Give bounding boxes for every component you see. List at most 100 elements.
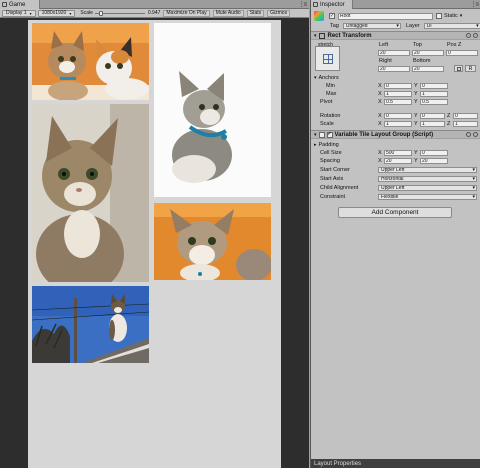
anchor-min-x-field[interactable]: 0 <box>384 82 412 89</box>
rect-transform-title: Rect Transform <box>327 32 372 39</box>
stats-button[interactable]: Stats <box>246 9 265 17</box>
start-corner-dropdown[interactable]: Upper Left <box>378 166 477 173</box>
right-label: Right <box>379 57 392 64</box>
add-component-button[interactable]: Add Component <box>338 207 452 218</box>
spacing-x-label: X <box>378 157 382 164</box>
start-axis-label: Start Axis <box>320 175 344 182</box>
start-axis-row: Start Axis Horizontal <box>311 175 480 182</box>
cell-x-label: X <box>378 149 382 156</box>
raw-edit-button[interactable]: R <box>465 65 476 72</box>
start-corner-label: Start Corner <box>320 166 350 173</box>
cell-size-row: Cell Size X 500 Y 0 <box>311 149 480 156</box>
foldout-arrow-icon: ▾ <box>314 32 317 39</box>
anchors-row[interactable]: ▾ Anchors <box>311 74 480 81</box>
posz-field[interactable]: 0 <box>446 49 478 56</box>
help-icon[interactable] <box>466 33 471 38</box>
anchors-label: Anchors <box>318 74 339 81</box>
static-label: Static <box>444 13 458 19</box>
left-field[interactable]: 20 <box>378 49 410 56</box>
help-icon[interactable] <box>466 132 471 137</box>
rotation-label: Rotation <box>320 112 341 119</box>
gizmos-button[interactable]: Gizmos <box>267 9 291 17</box>
scale-z-field[interactable]: 1 <box>453 120 478 127</box>
spacing-x-field[interactable]: 20 <box>384 157 412 164</box>
cell-size-y-field[interactable]: 0 <box>420 149 448 156</box>
child-alignment-row: Child Alignment Upper Left <box>311 184 480 191</box>
static-checkbox[interactable] <box>436 13 442 19</box>
rect-values-2: 20 20 R <box>311 65 480 72</box>
component-enabled-checkbox[interactable]: ✓ <box>326 131 333 138</box>
game-tab-bar: Game ⋮≡ <box>0 0 309 9</box>
top-field[interactable]: 20 <box>412 49 444 56</box>
rotation-z-field[interactable]: 0 <box>453 112 478 119</box>
scale-slider[interactable] <box>94 10 145 17</box>
layer-dropdown[interactable]: UI <box>423 23 480 29</box>
scale-x-label: X <box>378 120 382 127</box>
tile-image-kitten-collar <box>154 23 271 197</box>
maximize-on-play-button[interactable]: Maximize On Play <box>163 9 210 17</box>
gear-icon[interactable] <box>473 132 478 137</box>
spacing-label: Spacing <box>320 157 340 164</box>
pivot-y-field[interactable]: 0.5 <box>420 98 448 105</box>
constraint-dropdown[interactable]: Flexible <box>378 193 477 200</box>
scale-x-field[interactable]: 1 <box>384 120 412 127</box>
rotation-y-field[interactable]: 0 <box>420 112 445 119</box>
game-view-icon <box>2 2 7 7</box>
rotation-x-field[interactable]: 0 <box>384 112 412 119</box>
chevron-down-icon: ▾ <box>29 10 32 16</box>
resolution-dropdown[interactable]: 1080x1920 ▾ <box>37 9 76 17</box>
active-checkbox[interactable]: ✓ <box>329 13 335 19</box>
padding-row[interactable]: ▸ Padding <box>311 141 480 148</box>
top-label: Top <box>413 41 422 48</box>
start-corner-row: Start Corner Upper Left <box>311 166 480 173</box>
blueprint-mode-button[interactable] <box>454 65 463 72</box>
layout-group-header[interactable]: ▾ ✓ Variable Tile Layout Group (Script) <box>311 130 480 139</box>
blueprint-icon <box>456 66 461 71</box>
rect-col-headers-2: Right Bottom <box>311 57 480 64</box>
panel-menu-icon[interactable]: ⋮≡ <box>470 1 478 8</box>
tag-layer-row: Tag Untagged Layer UI <box>311 22 480 30</box>
mute-audio-button[interactable]: Mute Audio <box>212 9 244 17</box>
spacing-y-label: Y <box>414 157 418 164</box>
scale-slider-knob[interactable] <box>99 10 104 16</box>
anchor-min-y-field[interactable]: 0 <box>420 82 448 89</box>
object-name-field[interactable]: Root <box>338 12 433 20</box>
pivot-x-field[interactable]: 0.5 <box>384 98 412 105</box>
tag-dropdown[interactable]: Untagged <box>342 23 401 29</box>
bottom-field[interactable]: 20 <box>412 65 444 72</box>
start-axis-dropdown[interactable]: Horizontal <box>378 175 477 182</box>
rotation-row: Rotation X 0 Y 0 Z 0 <box>311 112 480 119</box>
right-field[interactable]: 20 <box>378 65 410 72</box>
anchor-max-x-field[interactable]: 1 <box>384 90 412 97</box>
scale-z-label: Z <box>447 120 451 127</box>
scale-value: 0.947 <box>147 10 161 16</box>
inspector-tab[interactable]: Inspector <box>311 0 353 9</box>
panel-menu-icon[interactable]: ⋮≡ <box>298 1 306 8</box>
rect-transform-icon <box>318 32 325 39</box>
cell-size-x-field[interactable]: 500 <box>384 149 412 156</box>
display-dropdown[interactable]: Display 1 ▾ <box>2 9 36 17</box>
min-label: Min <box>326 82 335 89</box>
anchor-max-y-field[interactable]: 1 <box>420 90 448 97</box>
spacing-y-field[interactable]: 20 <box>420 157 448 164</box>
scale-y-field[interactable]: 1 <box>420 120 445 127</box>
rect-transform-header[interactable]: ▾ Rect Transform <box>311 31 480 40</box>
scale-row: Scale X 1 Y 1 Z 1 <box>311 120 480 127</box>
game-toolbar: Display 1 ▾ 1080x1920 ▾ Scale 0.947 Maxi… <box>0 9 309 18</box>
game-tab[interactable]: Game <box>0 0 40 9</box>
component-settings-icons[interactable] <box>466 33 478 38</box>
bottom-label: Bottom <box>413 57 431 64</box>
posz-label: Pos Z <box>447 41 462 48</box>
component-settings-icons[interactable] <box>466 132 478 137</box>
gear-icon[interactable] <box>473 33 478 38</box>
tile-image-kitten-orange <box>154 203 271 280</box>
inspector-tab-label: Inspector <box>320 1 345 8</box>
chevron-down-icon[interactable]: ▾ <box>460 13 463 19</box>
inspector-tab-bar: Inspector ⋮≡ <box>311 0 480 9</box>
child-alignment-label: Child Alignment <box>320 184 359 191</box>
child-alignment-dropdown[interactable]: Upper Left <box>378 184 477 191</box>
layout-properties-bar[interactable]: Layout Properties <box>311 459 480 468</box>
resolution-label: 1080x1920 <box>41 10 67 16</box>
gameobject-icon <box>314 11 324 21</box>
scale-label: Scale <box>320 120 334 127</box>
